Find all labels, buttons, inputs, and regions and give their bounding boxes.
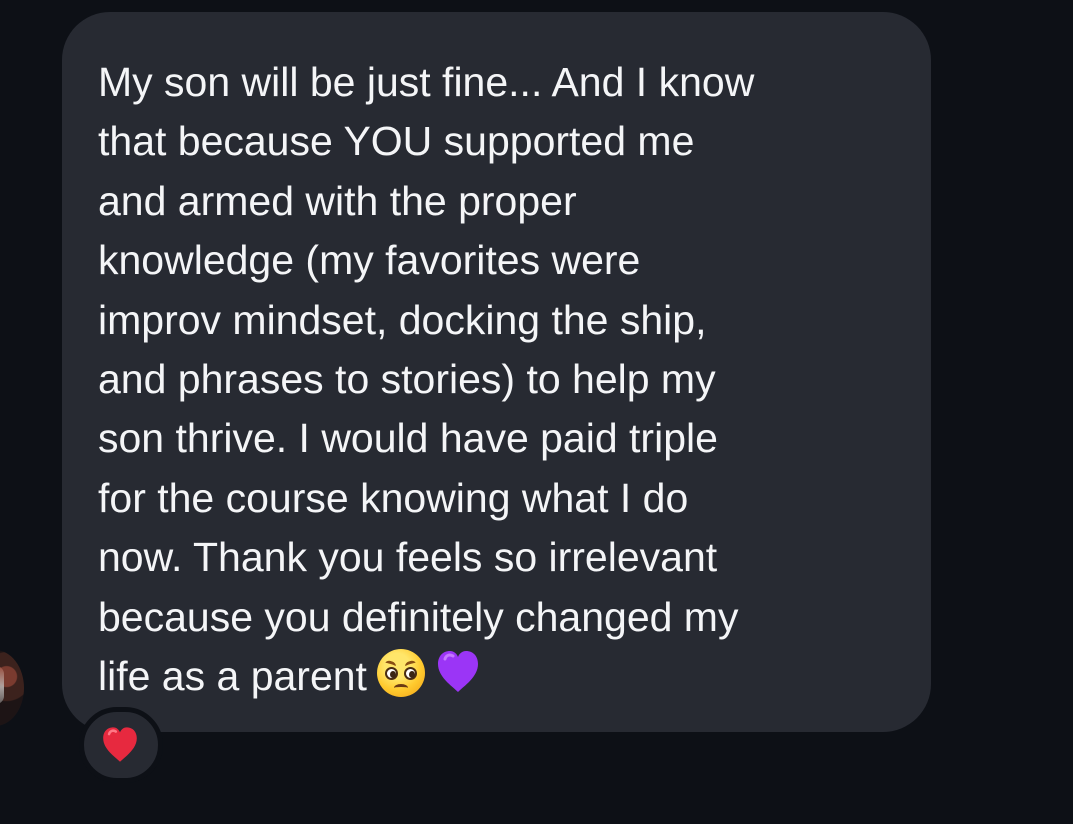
message-line: now. Thank you feels so irrelevant <box>98 534 718 581</box>
message-line: and phrases to stories) to help my <box>98 356 716 403</box>
message-thread: My son will be just fine... And I know t… <box>0 0 1073 824</box>
message-line: knowledge (my favorites were <box>98 237 641 284</box>
message-bubble[interactable]: My son will be just fine... And I know t… <box>62 12 931 732</box>
message-line: life as a parent <box>98 653 367 700</box>
message-line: improv mindset, docking the ship, <box>98 296 707 343</box>
message-line: son thrive. I would have paid triple <box>98 415 718 462</box>
message-last-line: life as a parent <box>98 647 901 706</box>
red-heart-icon <box>102 727 137 762</box>
message-line: and armed with the proper <box>98 177 577 224</box>
reaction-badge[interactable] <box>79 707 163 783</box>
sender-avatar[interactable] <box>0 650 24 726</box>
message-line: My son will be just fine... And I know <box>98 59 755 105</box>
pleading-face-icon <box>376 649 425 698</box>
message-line: that because YOU supported me <box>98 118 695 165</box>
message-line: for the course knowing what I do <box>98 474 689 521</box>
message-line: because you definitely changed my <box>98 593 739 640</box>
purple-heart-icon <box>437 651 478 693</box>
